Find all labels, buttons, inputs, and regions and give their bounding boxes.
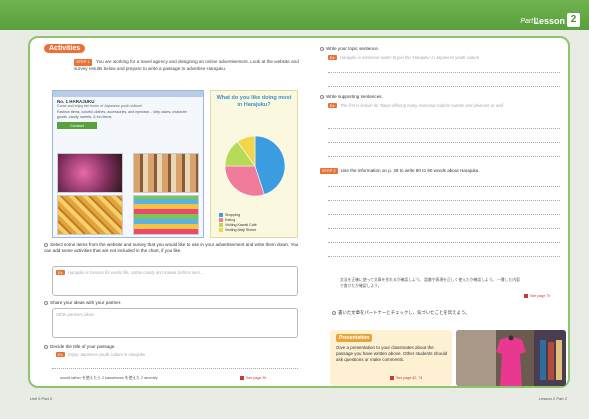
photo-street-shops	[133, 153, 199, 193]
grammar-check-note: would rather を使えたら 2 kawaiiness を使えた 2 a…	[60, 376, 158, 380]
lesson-number: 2	[567, 13, 580, 27]
checkbox-icon[interactable]	[332, 310, 336, 315]
website-title: No. 1 HARAJUKU	[57, 99, 95, 104]
presentation-text: Give a presentation to your classmates a…	[336, 345, 448, 362]
pie-chart	[224, 135, 286, 197]
bullet-icon	[320, 46, 324, 51]
bullet-icon	[44, 242, 48, 247]
photo-sweets	[57, 195, 123, 235]
step2-line-6[interactable]	[328, 256, 560, 257]
topic-answer-line-1[interactable]	[328, 72, 560, 73]
question-supporting-sentences: Write supporting sentences.	[320, 94, 560, 100]
presentation-box: Presentation Give a presentation to your…	[330, 330, 452, 386]
step1-instructions: STEP 1 You are working for a travel agen…	[74, 59, 304, 72]
step2-line-4[interactable]	[328, 228, 560, 229]
bullet-icon	[44, 344, 48, 349]
question-decide-title: Decide the title of your passage.	[44, 344, 302, 350]
partner-check-instruction: 書いた文章をパートナーとチェックし、気づいたことを伝えよう。	[332, 310, 562, 316]
supporting-answer-line-2[interactable]	[328, 142, 560, 143]
self-check-page-reference[interactable]: See page 79	[524, 294, 550, 298]
self-check-note: 文法を正確に使って文章を作れるか確認しよう。 語彙や表現を正しく使えたか確認しよ…	[340, 278, 520, 288]
question-select-items: Select some items from the website and s…	[44, 242, 299, 253]
footer-left: Unit 5 Part 2	[30, 396, 53, 401]
footer-right: Lesson 2 Part 2	[538, 396, 567, 401]
contact-button[interactable]: Contact	[57, 122, 97, 130]
example-tag: Ex	[328, 103, 337, 108]
survey-panel: What do you like doing most in Harajuku?…	[210, 90, 298, 238]
question-share-ideas: Share your ideas with your partner.	[44, 300, 302, 306]
step2-line-3[interactable]	[328, 214, 560, 215]
step2-line-1[interactable]	[328, 186, 560, 187]
fashion-photo-graphic	[456, 330, 566, 386]
textbook-page: Activities STEP 1 You are working for a …	[28, 36, 570, 388]
bullet-icon	[320, 94, 324, 99]
share-ideas-hint: Other partners ideas	[56, 312, 95, 317]
lesson-label: Lesson	[533, 16, 565, 26]
step2-line-5[interactable]	[328, 242, 560, 243]
website-description: Fashion items, colorful clothes, accesso…	[57, 110, 188, 119]
website-mockup: No. 1 HARAJUKU Come and enjoy the home o…	[52, 90, 204, 238]
step2-instructions: STEP 2 Use the information on p. 28 to wr…	[320, 168, 480, 174]
activities-badge: Activities	[44, 44, 86, 53]
legend-item-meiji-shrine: Visiting Meiji Shrine	[219, 228, 257, 233]
topic-sentence-hint: Harajuku is someone wants to join the 'H…	[340, 55, 480, 60]
example-tag: Ex	[56, 270, 65, 275]
page-reference[interactable]: See page 90	[240, 376, 266, 380]
presentation-tag: Presentation	[336, 334, 373, 342]
question-topic-sentence: Write your topic sentence.	[320, 46, 560, 52]
title-hint: Enjoy Japanese youth culture in Harajuku	[68, 352, 146, 357]
example-tag: Ex	[56, 352, 65, 357]
chart-title: What do you like doing most in Harajuku?	[216, 95, 292, 108]
supporting-answer-line-1[interactable]	[328, 128, 560, 129]
step1-text: You are working for a travel agency and …	[74, 59, 299, 71]
example-tag: Ex	[328, 55, 337, 60]
supporting-answer-line-3[interactable]	[328, 156, 560, 157]
photo-candy	[133, 195, 199, 235]
presentation-page-reference[interactable]: See page 62, 74	[390, 376, 422, 380]
bullet-icon	[44, 300, 48, 305]
header-bar: Part 1 Lesson 2	[0, 0, 589, 30]
topic-answer-line-2[interactable]	[328, 86, 560, 87]
photo-fashion-store	[456, 330, 566, 386]
step2-line-2[interactable]	[328, 200, 560, 201]
select-items-hint: Harajuku is famous for exotic life, cott…	[68, 270, 204, 275]
title-answer-line[interactable]	[52, 368, 298, 369]
chart-legend: Shopping Eating Visiting Kawaii Café Vis…	[219, 213, 257, 233]
photo-cotton-candy	[57, 153, 123, 193]
step2-tag: STEP 2	[320, 168, 338, 174]
supporting-sentences-hint: The first is known for Tokyo offering ma…	[340, 103, 504, 108]
